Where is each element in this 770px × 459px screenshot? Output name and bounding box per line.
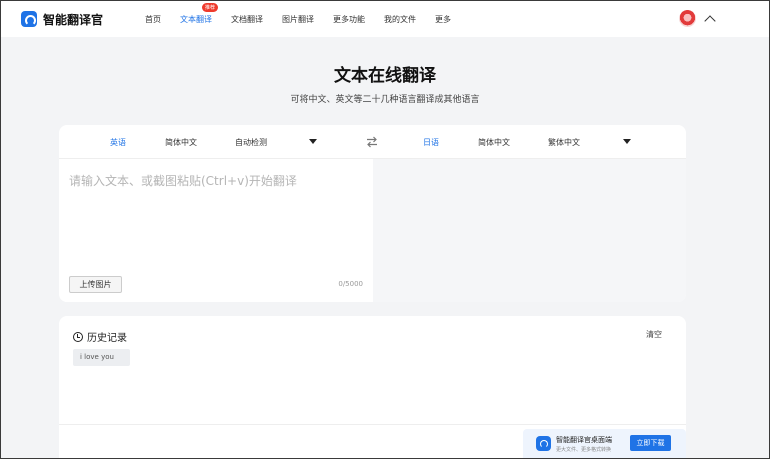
translator-logo-icon bbox=[21, 11, 37, 27]
nav-item-my-files[interactable]: 我的文件 bbox=[384, 14, 416, 25]
history-item[interactable]: i love you bbox=[73, 349, 130, 366]
target-lang-simplified-chinese[interactable]: 简体中文 bbox=[478, 137, 510, 148]
top-navbar: 智能翻译官 首页 文本翻译 推荐 文档翻译 图片翻译 更多功能 我的文件 更多 bbox=[1, 1, 769, 37]
swap-arrows-icon[interactable] bbox=[366, 136, 378, 148]
source-lang-simplified-chinese[interactable]: 简体中文 bbox=[165, 137, 197, 148]
target-lang-traditional-chinese[interactable]: 繁体中文 bbox=[548, 137, 580, 148]
desktop-app-promo: 智能翻译官桌面端 更大文件、更多格式转换 立即下载 bbox=[523, 429, 686, 458]
app-window: 智能翻译官 首页 文本翻译 推荐 文档翻译 图片翻译 更多功能 我的文件 更多 … bbox=[0, 0, 770, 459]
clear-history-button[interactable]: 清空 bbox=[646, 329, 662, 340]
history-title: 历史记录 bbox=[87, 333, 127, 344]
target-lang-japanese[interactable]: 日语 bbox=[423, 137, 439, 148]
chevron-up-icon[interactable] bbox=[704, 14, 716, 27]
target-lang-dropdown-icon[interactable] bbox=[623, 139, 631, 144]
nav-item-more-features[interactable]: 更多功能 bbox=[333, 14, 365, 25]
main-nav: 首页 文本翻译 推荐 文档翻译 图片翻译 更多功能 我的文件 更多 bbox=[145, 2, 470, 25]
nav-item-home[interactable]: 首页 bbox=[145, 14, 161, 25]
history-clock-icon bbox=[73, 331, 83, 342]
translator-card: 英语 简体中文 自动检测 日语 简体中文 繁体中文 请输入文本、或截图粘贴(Ct… bbox=[59, 125, 686, 302]
source-input-placeholder: 请输入文本、或截图粘贴(Ctrl+v)开始翻译 bbox=[69, 174, 297, 188]
nav-item-more[interactable]: 更多 bbox=[435, 14, 451, 25]
source-lang-auto-detect[interactable]: 自动检测 bbox=[235, 137, 267, 148]
brand[interactable]: 智能翻译官 bbox=[21, 11, 131, 28]
brand-name: 智能翻译官 bbox=[43, 12, 104, 27]
page-title: 文本在线翻译 bbox=[334, 66, 436, 86]
translation-output-area bbox=[373, 159, 686, 302]
translator-logo-icon bbox=[536, 436, 551, 451]
nav-item-text-translate[interactable]: 文本翻译 推荐 bbox=[180, 2, 219, 25]
source-lang-dropdown-icon[interactable] bbox=[309, 139, 317, 144]
source-lang-english[interactable]: 英语 bbox=[110, 137, 126, 148]
recommend-badge: 推荐 bbox=[202, 2, 219, 12]
nav-item-label: 文本翻译 bbox=[180, 14, 212, 24]
nav-item-image-translate[interactable]: 图片翻译 bbox=[282, 14, 314, 25]
divider bbox=[59, 424, 686, 425]
char-counter: 0/5000 bbox=[338, 280, 363, 288]
page-subtitle: 可将中文、英文等二十几种语言翻译成其他语言 bbox=[290, 95, 480, 105]
promo-title: 智能翻译官桌面端 bbox=[556, 436, 612, 444]
download-now-button[interactable]: 立即下载 bbox=[630, 435, 671, 451]
promo-subtitle: 更大文件、更多格式转换 bbox=[556, 447, 612, 453]
history-header: 历史记录 bbox=[73, 329, 127, 344]
source-text-area[interactable]: 请输入文本、或截图粘贴(Ctrl+v)开始翻译 上传图片 0/5000 bbox=[59, 159, 373, 302]
user-area bbox=[679, 10, 716, 27]
upload-image-button[interactable]: 上传图片 bbox=[69, 276, 122, 293]
user-avatar-icon[interactable] bbox=[679, 10, 696, 27]
nav-item-document-translate[interactable]: 文档翻译 bbox=[231, 14, 263, 25]
language-bar: 英语 简体中文 自动检测 日语 简体中文 繁体中文 bbox=[59, 125, 686, 159]
